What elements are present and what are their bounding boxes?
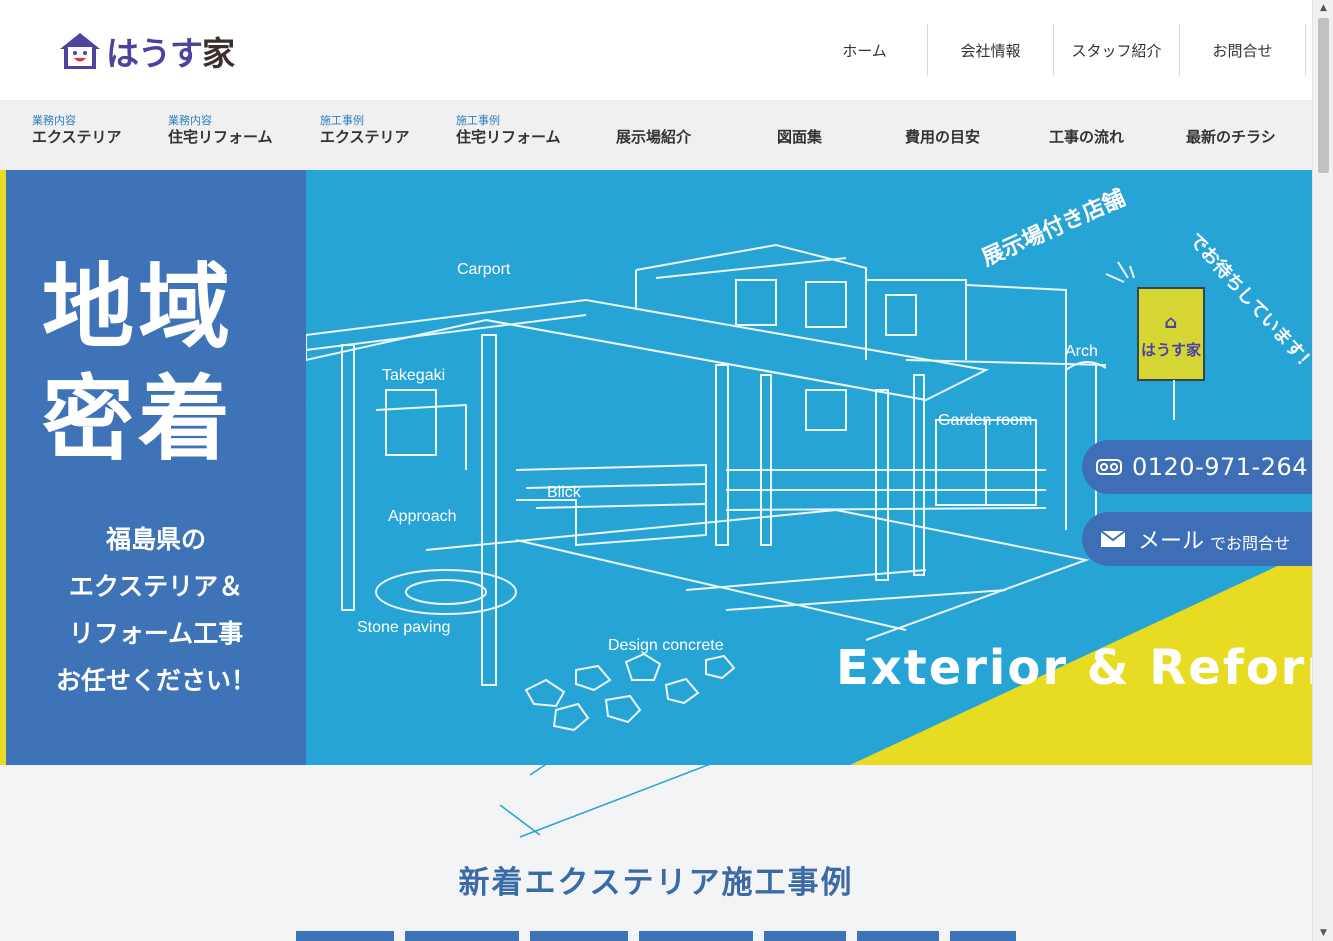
label-arch: Arch <box>1065 343 1098 360</box>
label-design-concrete: Design concrete <box>608 637 724 654</box>
mail-sublabel: でお問合せ <box>1210 534 1291 553</box>
menu-label: エクステリア <box>320 128 410 146</box>
category-tab[interactable] <box>764 931 846 941</box>
label-blick: Blick <box>547 484 582 501</box>
hero-headline: 地域 密着 <box>42 254 235 473</box>
mail-label: メール <box>1138 529 1205 554</box>
category-tab[interactable] <box>639 931 753 941</box>
label-garden-room: Garden room <box>938 412 1032 429</box>
category-tab[interactable] <box>296 931 394 941</box>
tagline: Exterior & Reform <box>836 640 1312 696</box>
nav-contact[interactable]: お問合せ <box>1180 24 1306 76</box>
category-tab[interactable] <box>950 931 1016 941</box>
nav-staff[interactable]: スタッフ紹介 <box>1054 24 1180 76</box>
label-takegaki: Takegaki <box>382 367 445 384</box>
new-works-section: 新着エクステリア施工事例 <box>0 765 1312 941</box>
phone-button[interactable]: 0120-971-264 <box>1082 440 1312 494</box>
menu-label: 住宅リフォーム <box>456 128 561 146</box>
category-tab[interactable] <box>405 931 519 941</box>
freedial-icon <box>1096 459 1122 475</box>
menu-label: 図面集 <box>777 128 823 146</box>
category-tab[interactable] <box>530 931 628 941</box>
svg-text:⌂: ⌂ <box>1165 312 1178 333</box>
scroll-down-arrow-icon[interactable]: ▼ <box>1313 925 1333 941</box>
menu-label: エクステリア <box>32 128 122 146</box>
svg-text:はうす家: はうす家 <box>1141 341 1201 359</box>
scroll-up-arrow-icon[interactable]: ▲ <box>1313 0 1333 16</box>
menu-label: 工事の流れ <box>1049 128 1125 146</box>
page-scrollbar[interactable]: ▲ ▼ <box>1312 0 1333 941</box>
menu-label: 最新のチラシ <box>1186 128 1276 146</box>
svg-text:展示場付き店舗: 展示場付き店舗 <box>978 185 1129 271</box>
label-approach: Approach <box>388 508 457 525</box>
hero-subheadline: 福島県の エクステリア＆ リフォーム工事 お任せください！ <box>55 525 256 695</box>
decorative-lines <box>499 765 710 838</box>
nav-company-info[interactable]: 会社情報 <box>928 24 1054 76</box>
logo-wordmark: はうす家 <box>106 34 235 73</box>
mail-icon <box>1100 530 1126 547</box>
scroll-thumb[interactable] <box>1318 18 1329 173</box>
main-menu: 業務内容 エクステリア 業務内容 住宅リフォーム 施工事例 エクステリア 施工事… <box>0 100 1312 170</box>
section-title: 新着エクステリア施工事例 <box>458 865 854 901</box>
menu-label: 住宅リフォーム <box>168 128 273 146</box>
house-logo-icon <box>60 33 100 69</box>
hero-left-panel: 地域 密着 福島県の エクステリア＆ リフォーム工事 お任せください！ <box>6 170 306 765</box>
top-navigation: ホーム 会社情報 スタッフ紹介 お問合せ <box>802 24 1306 76</box>
menu-label: 費用の目安 <box>905 128 981 146</box>
page: はうす家 ホーム 会社情報 スタッフ紹介 お問合せ 業務内容 エクステリア 業務… <box>0 0 1333 941</box>
label-stone-paving: Stone paving <box>357 619 450 636</box>
mail-contact-button[interactable]: メール でお問合せ <box>1082 512 1312 566</box>
menu-label: 展示場紹介 <box>616 128 692 146</box>
nav-home[interactable]: ホーム <box>802 24 928 76</box>
site-logo[interactable]: はうす家 <box>58 30 235 73</box>
site-header: はうす家 ホーム 会社情報 スタッフ紹介 お問合せ <box>0 0 1312 100</box>
phone-number: 0120-971-264 <box>1132 453 1309 481</box>
label-carport: Carport <box>457 261 511 278</box>
category-tab[interactable] <box>857 931 939 941</box>
hero-banner: 地域 密着 福島県の エクステリア＆ リフォーム工事 お任せください！ ⌂ はう… <box>0 170 1312 765</box>
